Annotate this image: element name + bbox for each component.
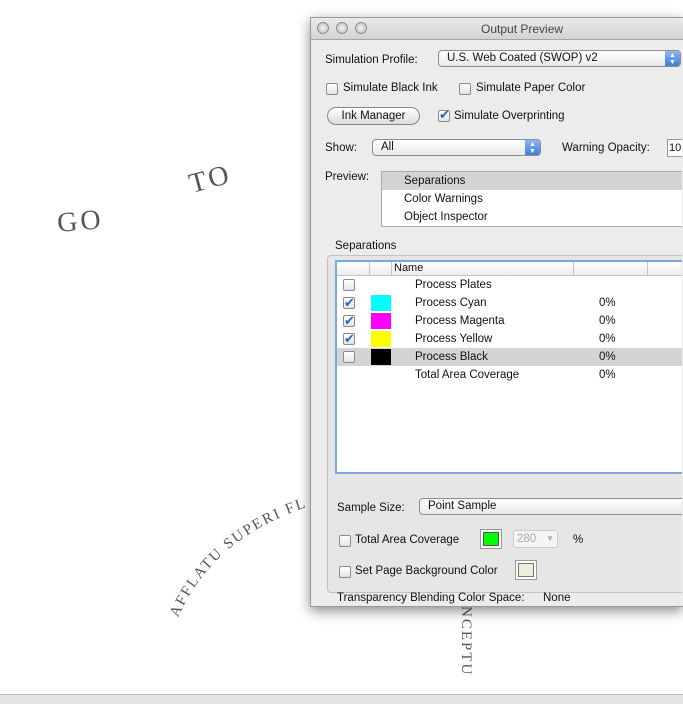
row-name: Process Magenta [415,315,505,327]
table-row[interactable]: Process Yellow 0% [337,330,682,348]
column-header-visible[interactable] [337,262,370,276]
simulate-paper-color-checkbox[interactable] [459,83,471,95]
total-area-coverage-checkbox[interactable] [339,535,351,547]
simulation-profile-value: U.S. Web Coated (SWOP) v2 [447,52,598,64]
warning-opacity-label: Warning Opacity: [562,142,650,154]
row-coverage: 0% [599,333,616,345]
table-row[interactable]: Process Black 0% [337,348,682,366]
table-header: Name [337,262,682,276]
preview-item-separations[interactable]: Separations [382,172,682,190]
row-visible-checkbox[interactable] [343,330,355,348]
color-swatch [371,349,391,365]
row-name: Process Yellow [415,333,493,345]
coverage-unit: % [573,534,584,546]
canvas-vertical-text: NCEPTU [458,606,474,676]
page-background-color-button[interactable] [515,560,537,580]
coverage-limit-value: 280 [517,533,537,545]
simulate-black-ink-label: Simulate Black Ink [343,82,438,94]
chevron-down-icon: ▼ [546,534,554,543]
row-name: Process Cyan [415,297,487,309]
blending-label: Transparency Blending Color Space: [337,592,525,604]
row-name: Process Black [415,351,488,363]
show-value: All [381,141,394,153]
preview-item-object-inspector[interactable]: Object Inspector [382,208,682,226]
window-title: Output Preview [481,22,564,36]
close-icon[interactable] [317,22,329,34]
separations-group: Name Process Plates Process Cyan 0% Proce… [327,255,682,604]
color-swatch [371,313,391,329]
color-swatch [371,331,391,347]
ink-manager-button[interactable]: Ink Manager [327,107,420,125]
simulate-black-ink-checkbox[interactable] [326,83,338,95]
output-preview-dialog: Output Preview Simulation Profile: U.S. … [310,17,683,607]
table-row[interactable]: Process Magenta 0% [337,312,682,330]
total-area-coverage-label: Total Area Coverage [355,534,460,546]
coverage-limit-combo[interactable]: 280 ▼ [513,530,558,548]
column-header-color[interactable] [370,262,392,276]
column-header-extra[interactable] [648,262,682,276]
sample-size-label: Sample Size: [337,502,405,514]
table-row[interactable]: Total Area Coverage 0% [337,366,682,384]
warning-opacity-input[interactable]: 10 [667,139,682,157]
row-visible-checkbox[interactable] [343,312,355,330]
simulation-profile-select[interactable]: U.S. Web Coated (SWOP) v2 ▲ ▼ [438,50,681,67]
row-coverage: 0% [599,369,616,381]
row-visible-checkbox[interactable] [343,294,355,312]
row-coverage: 0% [599,351,616,363]
minimize-icon[interactable] [336,22,348,34]
row-coverage: 0% [599,315,616,327]
row-visible-checkbox[interactable] [343,351,355,363]
column-header-coverage[interactable] [574,262,648,276]
blending-value: None [543,592,571,604]
zoom-icon[interactable] [355,22,367,34]
coverage-color-button[interactable] [480,529,502,549]
select-arrows-icon: ▲ ▼ [665,51,680,66]
table-row[interactable]: Process Cyan 0% [337,294,682,312]
canvas-word-go: GO [56,204,105,239]
row-coverage: 0% [599,297,616,309]
simulate-overprinting-label: Simulate Overprinting [454,110,565,122]
simulate-paper-color-label: Simulate Paper Color [476,82,586,94]
row-name: Process Plates [415,279,492,291]
page-bottom-edge [0,694,683,704]
title-bar[interactable]: Output Preview [311,18,683,40]
canvas-word-to: TO [186,159,235,200]
sample-size-select[interactable]: Point Sample [419,498,682,515]
simulate-overprinting-checkbox[interactable] [438,107,450,123]
column-header-name[interactable]: Name [392,262,574,276]
row-name: Total Area Coverage [415,369,520,381]
color-swatch [371,295,391,311]
separations-group-label: Separations [335,240,397,252]
preview-label: Preview: [325,171,370,183]
preview-list: Separations Color Warnings Object Inspec… [381,171,682,227]
show-select[interactable]: All ▲ ▼ [372,139,541,156]
preview-item-color-warnings[interactable]: Color Warnings [382,190,682,208]
canvas-arc-text: AFFLATU SUPERI FL [167,495,309,619]
show-label: Show: [325,142,357,154]
page-background-label: Set Page Background Color [355,565,498,577]
table-row[interactable]: Process Plates [337,276,682,294]
simulation-profile-label: Simulation Profile: [325,54,418,66]
page-background-checkbox[interactable] [339,566,351,578]
select-arrows-icon: ▲ ▼ [525,140,540,155]
row-visible-checkbox[interactable] [343,279,355,291]
separations-table: Name Process Plates Process Cyan 0% Proce… [335,260,682,474]
